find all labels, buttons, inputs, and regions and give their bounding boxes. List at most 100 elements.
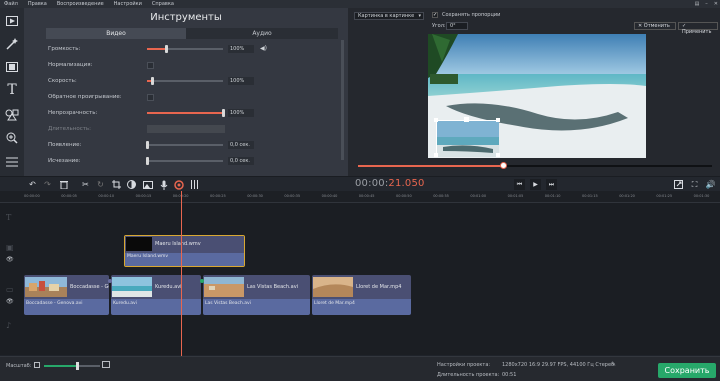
- video-clip[interactable]: Las Vistas Beach.avi Las Vistas Beach.avi: [203, 275, 310, 315]
- slider-knob[interactable]: [150, 77, 154, 85]
- pip-handle-bl[interactable]: [434, 153, 438, 157]
- ruler-tick: 00:00:45: [358, 194, 375, 198]
- zoom-icon[interactable]: [3, 129, 21, 147]
- cancel-label: Отменить: [643, 23, 670, 29]
- pip-overlay[interactable]: [434, 117, 500, 157]
- zoom-out-icon[interactable]: [34, 362, 40, 368]
- fullscreen-icon[interactable]: ⛶: [689, 179, 700, 190]
- property-row: Громкость: 100% ◀): [48, 44, 338, 54]
- overlay-clip[interactable]: Maeru Island.wmv Maeru Island.wmv: [124, 235, 245, 267]
- video-clip[interactable]: Boccadasse - Ge Boccadasse - Genova.avi: [24, 275, 109, 315]
- angle-value: 0°: [450, 23, 456, 29]
- pip-handle-tl[interactable]: [434, 118, 438, 122]
- tab-video[interactable]: Видео: [46, 28, 186, 39]
- property-slider[interactable]: [147, 45, 223, 53]
- ruler-tick: 00:01:00: [470, 194, 487, 198]
- volume-icon[interactable]: 🔊: [705, 179, 716, 190]
- progress-knob[interactable]: [500, 162, 508, 169]
- skip-forward-icon[interactable]: ⏭: [546, 179, 557, 190]
- property-label: Нормализация:: [48, 62, 93, 68]
- audio-clip-name: Kuredu.avi: [113, 301, 137, 306]
- overlay-visibility-icon[interactable]: 👁: [6, 256, 14, 263]
- zoom-slider-knob[interactable]: [76, 362, 79, 370]
- playback-progress[interactable]: [358, 162, 712, 169]
- zoom-in-icon[interactable]: [102, 361, 110, 368]
- pip-handle-br[interactable]: [496, 153, 500, 157]
- video-clip[interactable]: Kuredu.avi Kuredu.avi: [111, 275, 201, 315]
- property-checkbox[interactable]: [147, 94, 154, 101]
- film-icon[interactable]: [3, 58, 21, 76]
- video-visibility-icon[interactable]: 👁: [6, 298, 14, 305]
- import-icon[interactable]: [3, 12, 21, 30]
- close-icon[interactable]: ✕: [714, 1, 718, 7]
- menu-help[interactable]: Справка: [152, 1, 174, 7]
- playhead[interactable]: [181, 191, 182, 356]
- slider-knob[interactable]: [165, 45, 168, 53]
- speaker-icon[interactable]: ◀): [260, 44, 267, 54]
- property-row: Непрозрачность: 100%: [48, 108, 338, 118]
- angle-input[interactable]: 0°: [446, 22, 468, 30]
- microphone-icon[interactable]: [158, 179, 169, 190]
- property-value[interactable]: 0,0 сек.: [228, 141, 254, 149]
- slider-knob[interactable]: [146, 157, 149, 165]
- menu-settings[interactable]: Настройки: [114, 1, 142, 7]
- printer-icon[interactable]: ▤: [695, 1, 700, 7]
- property-checkbox[interactable]: [147, 62, 154, 69]
- video-preview[interactable]: [428, 34, 646, 158]
- minimize-icon[interactable]: –: [705, 1, 708, 7]
- menu-playback[interactable]: Воспроизведение: [57, 1, 104, 7]
- apply-button[interactable]: ✓ Применить: [678, 22, 718, 35]
- equalizer-icon[interactable]: [189, 179, 200, 190]
- slider-knob[interactable]: [146, 141, 149, 149]
- delete-icon[interactable]: [58, 179, 69, 190]
- property-value[interactable]: 100%: [228, 45, 254, 53]
- cancel-button[interactable]: ✕ Отменить: [634, 22, 676, 30]
- skip-back-icon[interactable]: ⏮: [514, 179, 525, 190]
- zoom-slider[interactable]: [44, 362, 100, 370]
- property-row: Длительность:: [48, 124, 338, 134]
- text-icon[interactable]: T: [3, 81, 21, 99]
- play-icon[interactable]: ▶: [530, 179, 541, 190]
- save-button[interactable]: Сохранить: [658, 363, 716, 378]
- tab-audio[interactable]: Аудио: [186, 28, 338, 39]
- property-slider[interactable]: [147, 77, 223, 85]
- image-icon[interactable]: [142, 179, 153, 190]
- crop-icon[interactable]: [111, 179, 122, 190]
- property-slider[interactable]: [147, 109, 225, 117]
- video-clip[interactable]: Lloret de Mar.mp4 Lloret de Mar.mp4: [312, 275, 411, 315]
- panel-scrollbar[interactable]: [341, 40, 344, 160]
- record-icon[interactable]: [173, 179, 184, 190]
- redo-icon[interactable]: ↷: [42, 179, 53, 190]
- list-icon[interactable]: [3, 153, 21, 171]
- export-frame-icon[interactable]: [673, 179, 684, 190]
- property-row: Нормализация:: [48, 60, 338, 70]
- timecode-seconds: 21.050: [388, 178, 425, 189]
- color-adjust-icon[interactable]: [126, 179, 137, 190]
- timeline-ruler[interactable]: 00:00:0000:00:0500:00:1000:00:1500:00:20…: [0, 191, 720, 203]
- shapes-icon[interactable]: [3, 106, 21, 124]
- keep-proportions-checkbox[interactable]: ✓: [432, 12, 438, 18]
- pencil-icon[interactable]: ✎: [611, 361, 616, 368]
- chevron-down-icon: ▾: [418, 13, 421, 19]
- property-slider[interactable]: [146, 157, 223, 165]
- magic-wand-icon[interactable]: [3, 35, 21, 53]
- pip-mode-select[interactable]: Картинка в картинке ▾: [354, 12, 424, 20]
- cut-icon[interactable]: ✂: [80, 179, 91, 190]
- rotate-icon[interactable]: ↻: [95, 179, 106, 190]
- property-value[interactable]: 100%: [228, 109, 254, 117]
- property-value[interactable]: 100%: [228, 77, 254, 85]
- menu-file[interactable]: Файл: [4, 1, 18, 7]
- property-slider[interactable]: [146, 141, 223, 149]
- pip-handle-tr[interactable]: [496, 118, 500, 122]
- slider-knob[interactable]: [222, 109, 225, 117]
- text-track-icon: T: [6, 213, 12, 222]
- undo-icon[interactable]: ↶: [27, 179, 38, 190]
- property-value[interactable]: 0,0 сек.: [228, 157, 254, 165]
- pip-handle-top[interactable]: [464, 117, 469, 122]
- menu-edit[interactable]: Правка: [28, 1, 47, 7]
- transition-marker[interactable]: [200, 279, 204, 283]
- ruler-tick: 00:00:35: [284, 194, 301, 198]
- overlay-clip-name: Maeru Island.wmv: [155, 241, 201, 247]
- transition-marker[interactable]: [108, 279, 112, 283]
- audio-clip-name: Boccadasse - Genova.avi: [26, 301, 83, 306]
